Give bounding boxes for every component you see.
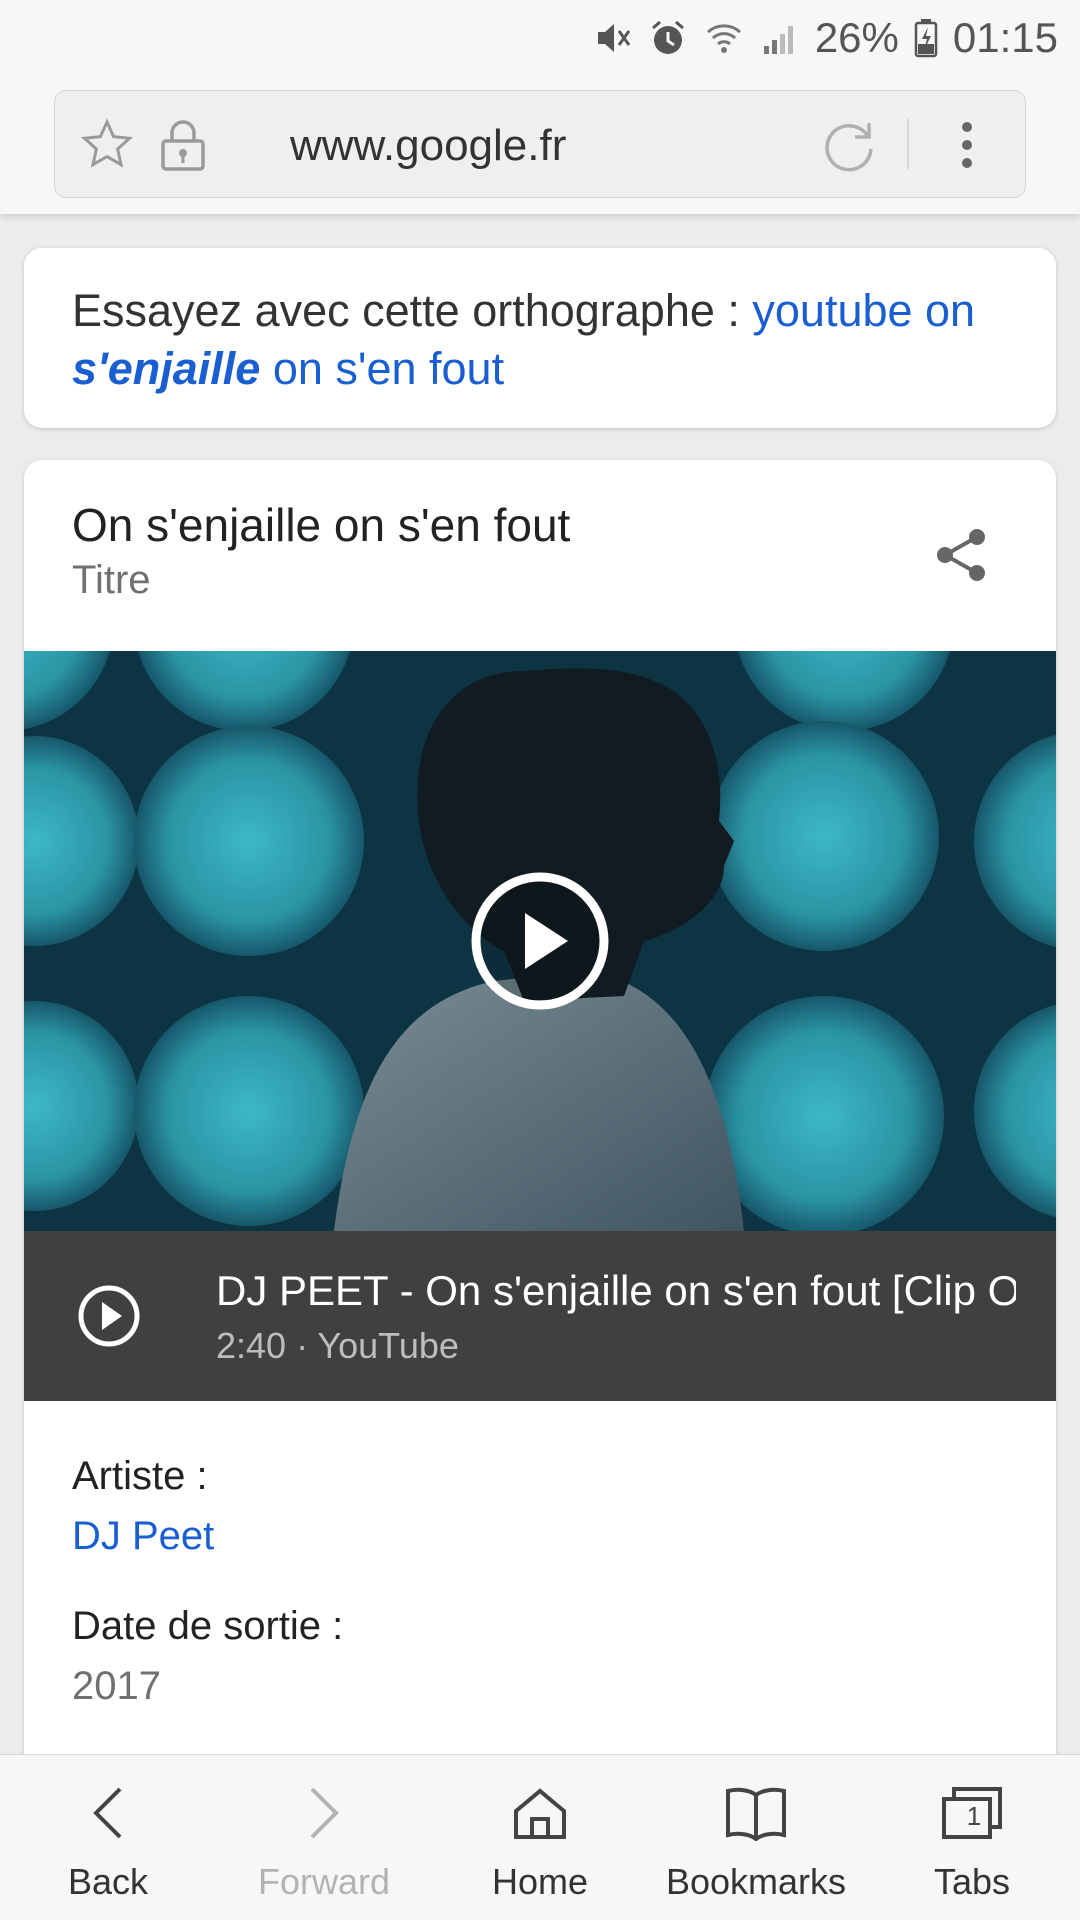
spelling-link-after: on s'en fout <box>260 343 505 394</box>
video-meta: 2:40 · YouTube <box>216 1325 459 1366</box>
url-divider <box>907 119 909 169</box>
forward-button[interactable]: Forward <box>216 1755 432 1920</box>
clock: 01:15 <box>952 14 1058 61</box>
wifi-icon <box>703 17 745 59</box>
alarm-icon <box>647 17 689 59</box>
address-bar[interactable]: www.google.fr <box>54 90 1026 198</box>
back-label: Back <box>67 1861 149 1902</box>
forward-icon <box>289 1781 359 1845</box>
home-label: Home <box>491 1861 589 1902</box>
tabs-icon: 1 <box>937 1781 1007 1845</box>
mute-icon <box>591 17 633 59</box>
bookmarks-icon <box>721 1781 791 1845</box>
play-icon[interactable] <box>470 871 610 1011</box>
song-card: On s'enjaille on s'en fout Titre DJ PEET… <box>24 460 1056 1754</box>
spelling-suggestion-card: Essayez avec cette orthographe : youtube… <box>24 248 1056 428</box>
back-button[interactable]: Back <box>0 1755 216 1920</box>
release-date-value: 2017 <box>72 1664 161 1708</box>
share-button[interactable] <box>926 522 996 592</box>
signal-icon <box>759 17 801 59</box>
bookmarks-button[interactable]: Bookmarks <box>648 1755 864 1920</box>
bookmarks-label: Bookmarks <box>665 1861 847 1902</box>
tabs-label: Tabs <box>933 1861 1011 1902</box>
tabs-button[interactable]: 1 Tabs <box>864 1755 1080 1920</box>
home-button[interactable]: Home <box>432 1755 648 1920</box>
artist-link[interactable]: DJ Peet <box>72 1514 214 1559</box>
song-subtitle: Titre <box>72 558 151 602</box>
share-icon <box>929 523 993 592</box>
star-icon[interactable] <box>77 115 137 175</box>
page-content[interactable]: Essayez avec cette orthographe : youtube… <box>0 214 1080 1754</box>
battery-percent: 26% <box>814 14 899 61</box>
video-title[interactable]: DJ PEET - On s'enjaille on s'en fout [Cl… <box>216 1267 1016 1315</box>
release-date-label: Date de sortie : <box>72 1604 344 1648</box>
more-vert-icon[interactable] <box>937 115 997 175</box>
home-icon <box>505 1781 575 1845</box>
song-title: On s'enjaille on s'en fout <box>72 499 571 551</box>
tabs-count: 1 <box>966 1801 982 1831</box>
bottom-navigation: Back Forward Home Bookmarks 1 Tabs <box>0 1754 1080 1920</box>
lock-icon <box>153 115 213 175</box>
play-circle-icon <box>78 1285 140 1347</box>
spelling-link-before: youtube on <box>752 285 976 336</box>
battery-charging-icon <box>913 17 939 59</box>
browser-toolbar: www.google.fr <box>0 76 1080 214</box>
video-thumbnail[interactable] <box>24 651 1056 1231</box>
status-bar: 26% 01:15 <box>0 0 1080 76</box>
spelling-suggestion: Essayez avec cette orthographe : youtube… <box>72 282 1008 398</box>
spelling-prefix: Essayez avec cette orthographe : <box>72 285 753 336</box>
back-icon <box>73 1781 143 1845</box>
artist-label: Artiste : <box>72 1454 208 1498</box>
url-text[interactable]: www.google.fr <box>290 121 566 171</box>
video-result[interactable]: DJ PEET - On s'enjaille on s'en fout [Cl… <box>24 1231 1056 1401</box>
forward-label: Forward <box>257 1861 391 1902</box>
spelling-link-bold: s'enjaille <box>72 343 261 394</box>
reload-icon[interactable] <box>821 115 881 175</box>
